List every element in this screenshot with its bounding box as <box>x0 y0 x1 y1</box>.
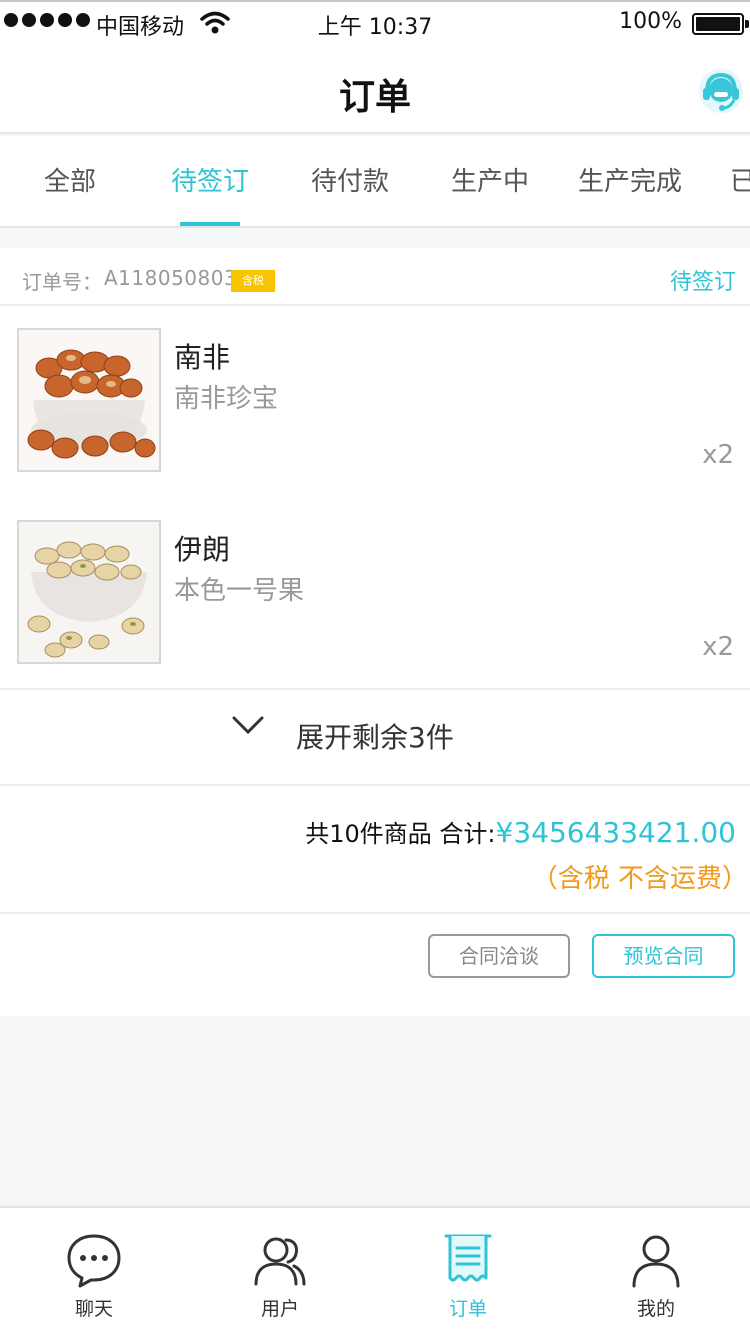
contract-negotiation-button[interactable]: 合同洽谈 <box>428 934 570 978</box>
status-bar: 中国移动 上午 10:37 100% <box>0 0 750 44</box>
order-actions: 合同洽谈 预览合同 <box>0 912 750 1016</box>
tabbar-label: 用户 <box>260 1298 299 1320</box>
order-card: 订单号： A1180508031 含税 待签订 南非 南非珍宝 x2 伊朗 本色… <box>0 248 750 1016</box>
tab-production-done[interactable]: 生产完成 <box>570 136 690 226</box>
order-summary: 共10件商品 合计:¥3456433421.00 <box>305 814 736 849</box>
bottom-tab-bar: 聊天 用户 订单 我的 <box>0 1206 750 1334</box>
tab-all[interactable]: 全部 <box>10 136 130 226</box>
product-quantity: x2 <box>702 440 734 470</box>
product-name: 伊朗 <box>174 533 231 566</box>
profile-icon <box>632 1235 680 1288</box>
product-spec: 南非珍宝 <box>174 384 279 414</box>
product-item[interactable]: 伊朗 本色一号果 x2 <box>0 512 750 672</box>
product-spec: 本色一号果 <box>174 576 305 606</box>
users-icon <box>254 1237 306 1286</box>
battery-percent: 100% <box>619 9 682 34</box>
item-count-text: 共10件商品 合计: <box>305 820 496 848</box>
tabbar-users[interactable]: 用户 <box>186 1208 374 1334</box>
order-icon <box>444 1234 492 1282</box>
battery-icon <box>692 13 749 35</box>
active-tab-indicator <box>180 222 240 226</box>
tabbar-chat[interactable]: 聊天 <box>0 1208 188 1334</box>
chat-icon <box>67 1234 121 1288</box>
product-name: 南非 <box>174 341 231 374</box>
order-number: A1180508031 <box>104 266 251 290</box>
order-number-label: 订单号： <box>22 270 102 294</box>
order-status: 待签订 <box>669 270 736 295</box>
tabbar-label: 订单 <box>448 1298 487 1320</box>
page-title: 订单 <box>338 77 411 118</box>
app-screen: 中国移动 上午 10:37 100% 订单 全部 待签订 待付款 生产中 生产完… <box>0 0 750 1334</box>
product-quantity: x2 <box>702 632 734 662</box>
tabbar-label: 聊天 <box>74 1298 113 1320</box>
headset-icon[interactable] <box>698 68 744 114</box>
tax-note: （含税 不含运费） <box>531 864 748 894</box>
order-status-tabs: 全部 待签订 待付款 生产中 生产完成 已 <box>0 136 750 228</box>
expand-label: 展开剩余3件 <box>296 721 454 754</box>
product-image <box>17 520 161 664</box>
preview-contract-button[interactable]: 预览合同 <box>592 934 735 978</box>
tab-pending-sign[interactable]: 待签订 <box>150 136 270 226</box>
chevron-down-icon <box>232 716 264 735</box>
tab-pending-payment[interactable]: 待付款 <box>290 136 410 226</box>
order-header: 订单号： A1180508031 含税 待签订 <box>0 248 750 306</box>
expand-remaining-button[interactable]: 展开剩余3件 <box>0 688 750 786</box>
tabbar-orders[interactable]: 订单 <box>374 1208 562 1334</box>
tabbar-label: 我的 <box>636 1298 675 1320</box>
tax-included-badge: 含税 <box>231 270 275 292</box>
tab-in-production[interactable]: 生产中 <box>430 136 550 226</box>
order-total: ¥3456433421.00 <box>495 816 737 849</box>
product-image <box>17 328 161 472</box>
product-item[interactable]: 南非 南非珍宝 x2 <box>0 320 750 480</box>
nav-bar: 订单 <box>0 44 750 134</box>
tab-more[interactable]: 已 <box>730 136 750 226</box>
tabbar-profile[interactable]: 我的 <box>562 1208 750 1334</box>
